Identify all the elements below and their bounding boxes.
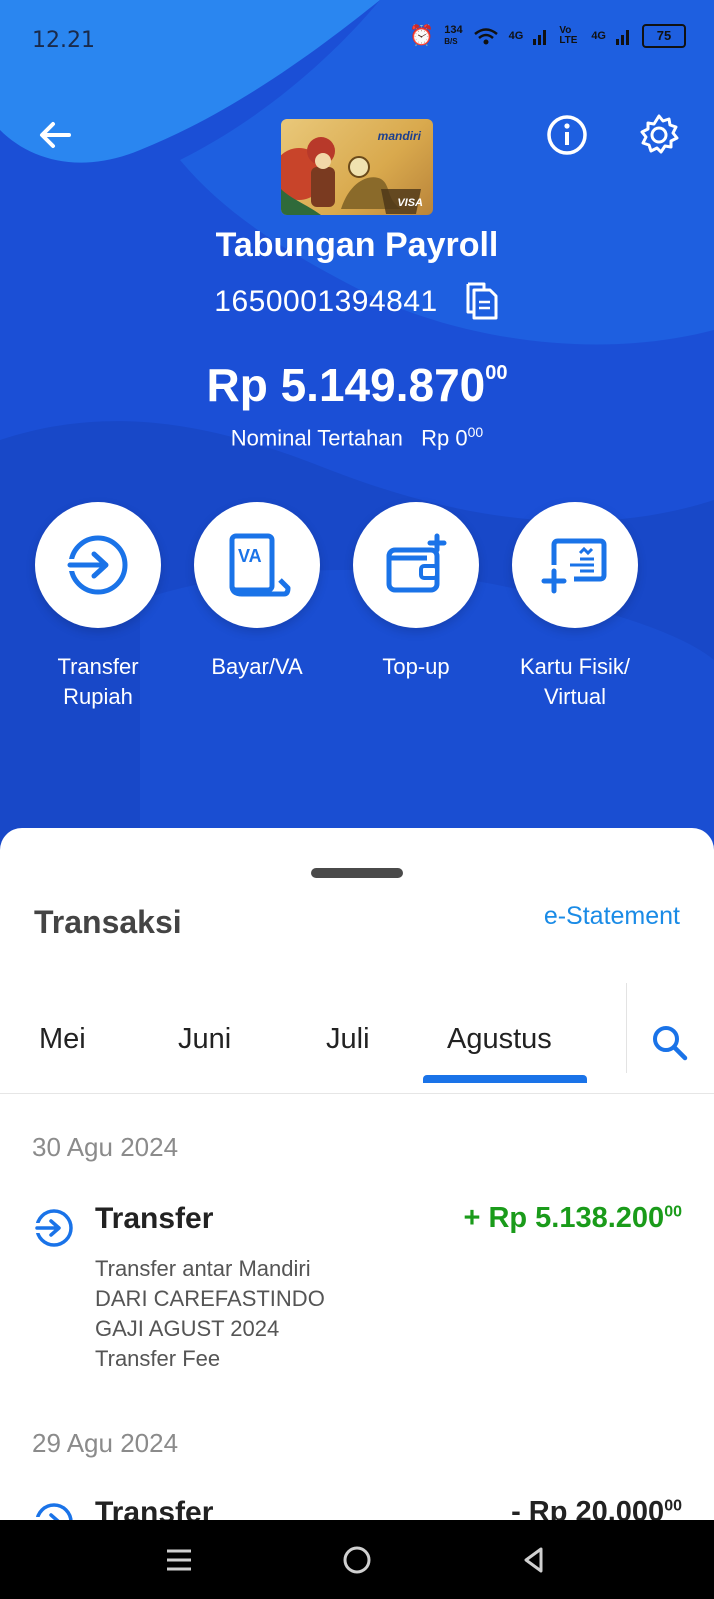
- tab-juni[interactable]: Juni: [178, 1023, 231, 1056]
- drag-handle[interactable]: [311, 868, 403, 878]
- account-balance: Rp 5.149.87000: [0, 358, 714, 412]
- transfer-rupiah-button[interactable]: Transfer Rupiah: [18, 502, 178, 712]
- search-transactions-button[interactable]: [648, 1021, 692, 1065]
- card-brand: mandiri: [377, 129, 421, 143]
- wallet-plus-icon: [386, 533, 447, 593]
- card-plus-icon: [541, 538, 607, 594]
- home-button[interactable]: [335, 1538, 379, 1582]
- action-circle: [35, 502, 161, 628]
- transactions-title: Transaksi: [34, 904, 182, 940]
- back-button[interactable]: [30, 110, 80, 160]
- held-amount: Rp 0: [421, 425, 468, 451]
- bayar-va-button[interactable]: VA Bayar/VA: [177, 502, 337, 682]
- tab-juli[interactable]: Juli: [326, 1023, 370, 1056]
- held-amount-row: Nominal Tertahan Rp 000: [0, 424, 714, 451]
- info-icon: [547, 115, 587, 155]
- va-icon: VA: [229, 533, 291, 597]
- svg-text:VA: VA: [238, 546, 262, 566]
- signal-1-icon: [533, 30, 547, 45]
- info-button[interactable]: [542, 110, 592, 160]
- held-label: Nominal Tertahan: [230, 425, 403, 451]
- action-circle: [512, 502, 638, 628]
- wifi-icon: [473, 28, 498, 45]
- back-arrow-icon: [40, 122, 71, 148]
- action-label: Bayar/VA: [211, 654, 303, 679]
- recent-apps-button[interactable]: [157, 1538, 201, 1582]
- transactions-sheet: Transaksi e-Statement Mei Juni Juli Agus…: [0, 828, 714, 1541]
- copy-icon: [466, 282, 498, 320]
- transaction-title: Transfer: [95, 1202, 214, 1235]
- transfer-icon: [66, 535, 128, 595]
- network-2: 4G: [591, 30, 606, 42]
- home-circle-icon: [343, 1546, 371, 1574]
- copy-account-button[interactable]: [460, 280, 500, 324]
- tab-mei[interactable]: Mei: [39, 1023, 86, 1056]
- system-nav-bar: [0, 1520, 714, 1599]
- status-icons: ⏰ 134 B/S 4G Vo LTE 4G 75: [409, 24, 686, 48]
- transaction-amount: + Rp 5.138.20000: [463, 1202, 682, 1234]
- alarm-icon: ⏰: [409, 25, 435, 47]
- gear-icon: [640, 114, 679, 154]
- tabs-divider: [626, 983, 627, 1073]
- action-circle: [353, 502, 479, 628]
- e-statement-link[interactable]: e-Statement: [544, 902, 680, 931]
- transfer-icon: [34, 1209, 73, 1247]
- date-header: 30 Agu 2024: [32, 1132, 179, 1162]
- account-header: 12.21 ⏰ 134 B/S 4G Vo LTE 4G 75 mandiri …: [0, 0, 714, 860]
- action-circle: VA: [194, 502, 320, 628]
- held-cents: 00: [467, 424, 484, 440]
- status-time: 12.21: [32, 28, 95, 53]
- transaction-item[interactable]: Transfer + Rp 5.138.20000 Transfer antar…: [0, 1202, 714, 1371]
- action-label: Top-up: [382, 654, 450, 679]
- debit-card-image[interactable]: mandiri VISA: [281, 119, 433, 215]
- back-triangle-icon: [524, 1547, 543, 1573]
- tab-agustus[interactable]: Agustus: [447, 1023, 552, 1056]
- quick-actions: Transfer Rupiah VA Bayar/VA Top-up Kartu…: [35, 502, 676, 722]
- top-up-button[interactable]: Top-up: [336, 502, 496, 682]
- battery-indicator: 75: [642, 24, 686, 48]
- action-label: Kartu Fisik/ Virtual: [519, 654, 631, 709]
- data-speed: 134 B/S: [444, 24, 463, 47]
- transaction-description: Transfer antar Mandiri DARI CAREFASTINDO…: [95, 1256, 325, 1371]
- signal-2-icon: [616, 30, 629, 45]
- balance-cents: 00: [485, 361, 508, 384]
- network-1: 4G: [508, 30, 524, 42]
- search-icon: [653, 1026, 688, 1061]
- kartu-fisik-virtual-button[interactable]: Kartu Fisik/ Virtual: [495, 502, 655, 712]
- date-header: 29 Agu 2024: [32, 1428, 179, 1458]
- account-number-row: 1650001394841: [0, 280, 714, 324]
- account-name: Tabungan Payroll: [215, 226, 499, 264]
- menu-icon: [167, 1549, 191, 1571]
- system-back-button[interactable]: [512, 1538, 556, 1582]
- account-number: 1650001394841: [214, 285, 438, 318]
- card-network: VISA: [397, 197, 423, 209]
- settings-button[interactable]: [634, 110, 684, 160]
- action-label: Transfer Rupiah: [57, 654, 139, 709]
- status-bar: 12.21 ⏰ 134 B/S 4G Vo LTE 4G 75: [0, 0, 714, 80]
- active-tab-indicator: [423, 1075, 587, 1083]
- volte-label: Vo LTE: [559, 25, 578, 46]
- month-tabs: Mei Juni Juli Agustus: [0, 983, 714, 1094]
- balance-amount: Rp 5.149.870: [206, 359, 486, 411]
